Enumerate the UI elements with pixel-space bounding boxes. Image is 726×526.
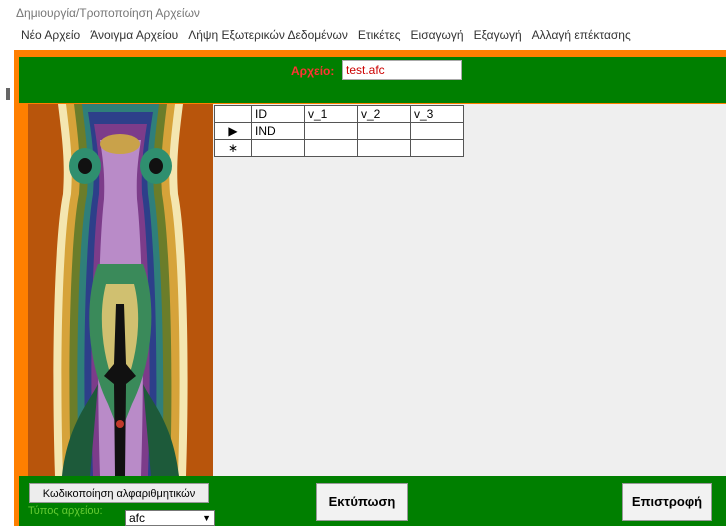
data-grid[interactable]: ID v_1 v_2 v_3 ▶ IND ∗ bbox=[213, 104, 726, 476]
dropdown-arrow-icon[interactable]: ▼ bbox=[202, 511, 211, 525]
encode-alphanumerics-button[interactable]: Κωδικοποίηση αλφαριθμητικών bbox=[29, 483, 209, 503]
menu-import[interactable]: Εισαγωγή bbox=[406, 28, 469, 42]
table-cell[interactable]: IND bbox=[251, 122, 305, 140]
new-row-cell[interactable] bbox=[304, 139, 358, 157]
window-title: Δημιουργία/Τροποποίηση Αρχείων bbox=[16, 6, 200, 20]
table-cell[interactable] bbox=[304, 122, 358, 140]
menu-change-extension[interactable]: Αλλαγή επέκτασης bbox=[527, 28, 636, 42]
menu-export[interactable]: Εξαγωγή bbox=[469, 28, 527, 42]
new-row: ∗ bbox=[214, 139, 464, 157]
column-header[interactable]: ID bbox=[251, 105, 305, 123]
new-row-cell[interactable] bbox=[410, 139, 464, 157]
print-button[interactable]: Εκτύπωση bbox=[316, 483, 408, 521]
table-row: ▶ IND bbox=[214, 122, 464, 140]
table-cell[interactable] bbox=[357, 122, 411, 140]
new-row-marker-icon[interactable]: ∗ bbox=[214, 139, 252, 157]
table-header-row: ID v_1 v_2 v_3 bbox=[214, 105, 464, 123]
menu-bar: Νέο Αρχείο Άνοιγμα Αρχείου Λήψη Εξωτερικ… bbox=[16, 28, 636, 42]
column-header[interactable]: v_2 bbox=[357, 105, 411, 123]
fractal-image bbox=[28, 104, 213, 476]
back-button[interactable]: Επιστροφή bbox=[622, 483, 712, 521]
menu-labels[interactable]: Ετικέτες bbox=[353, 28, 406, 42]
window-edge-marker bbox=[6, 88, 10, 100]
row-header-corner bbox=[214, 105, 252, 123]
table-cell[interactable] bbox=[410, 122, 464, 140]
column-header[interactable]: v_3 bbox=[410, 105, 464, 123]
file-label: Αρχείο: bbox=[291, 64, 335, 78]
file-type-value: afc bbox=[129, 511, 146, 525]
new-row-cell[interactable] bbox=[357, 139, 411, 157]
current-row-marker-icon[interactable]: ▶ bbox=[214, 122, 252, 140]
data-table: ID v_1 v_2 v_3 ▶ IND ∗ bbox=[214, 105, 464, 157]
file-name-input[interactable] bbox=[342, 60, 462, 80]
new-row-cell[interactable] bbox=[251, 139, 305, 157]
menu-open-file[interactable]: Άνοιγμα Αρχείου bbox=[85, 28, 183, 42]
file-type-label: Τύπος αρχείου: bbox=[28, 505, 103, 517]
file-type-select[interactable]: afc ▼ bbox=[125, 510, 215, 526]
menu-new-file[interactable]: Νέο Αρχείο bbox=[16, 28, 85, 42]
menu-get-external-data[interactable]: Λήψη Εξωτερικών Δεδομένων bbox=[183, 28, 353, 42]
column-header[interactable]: v_1 bbox=[304, 105, 358, 123]
